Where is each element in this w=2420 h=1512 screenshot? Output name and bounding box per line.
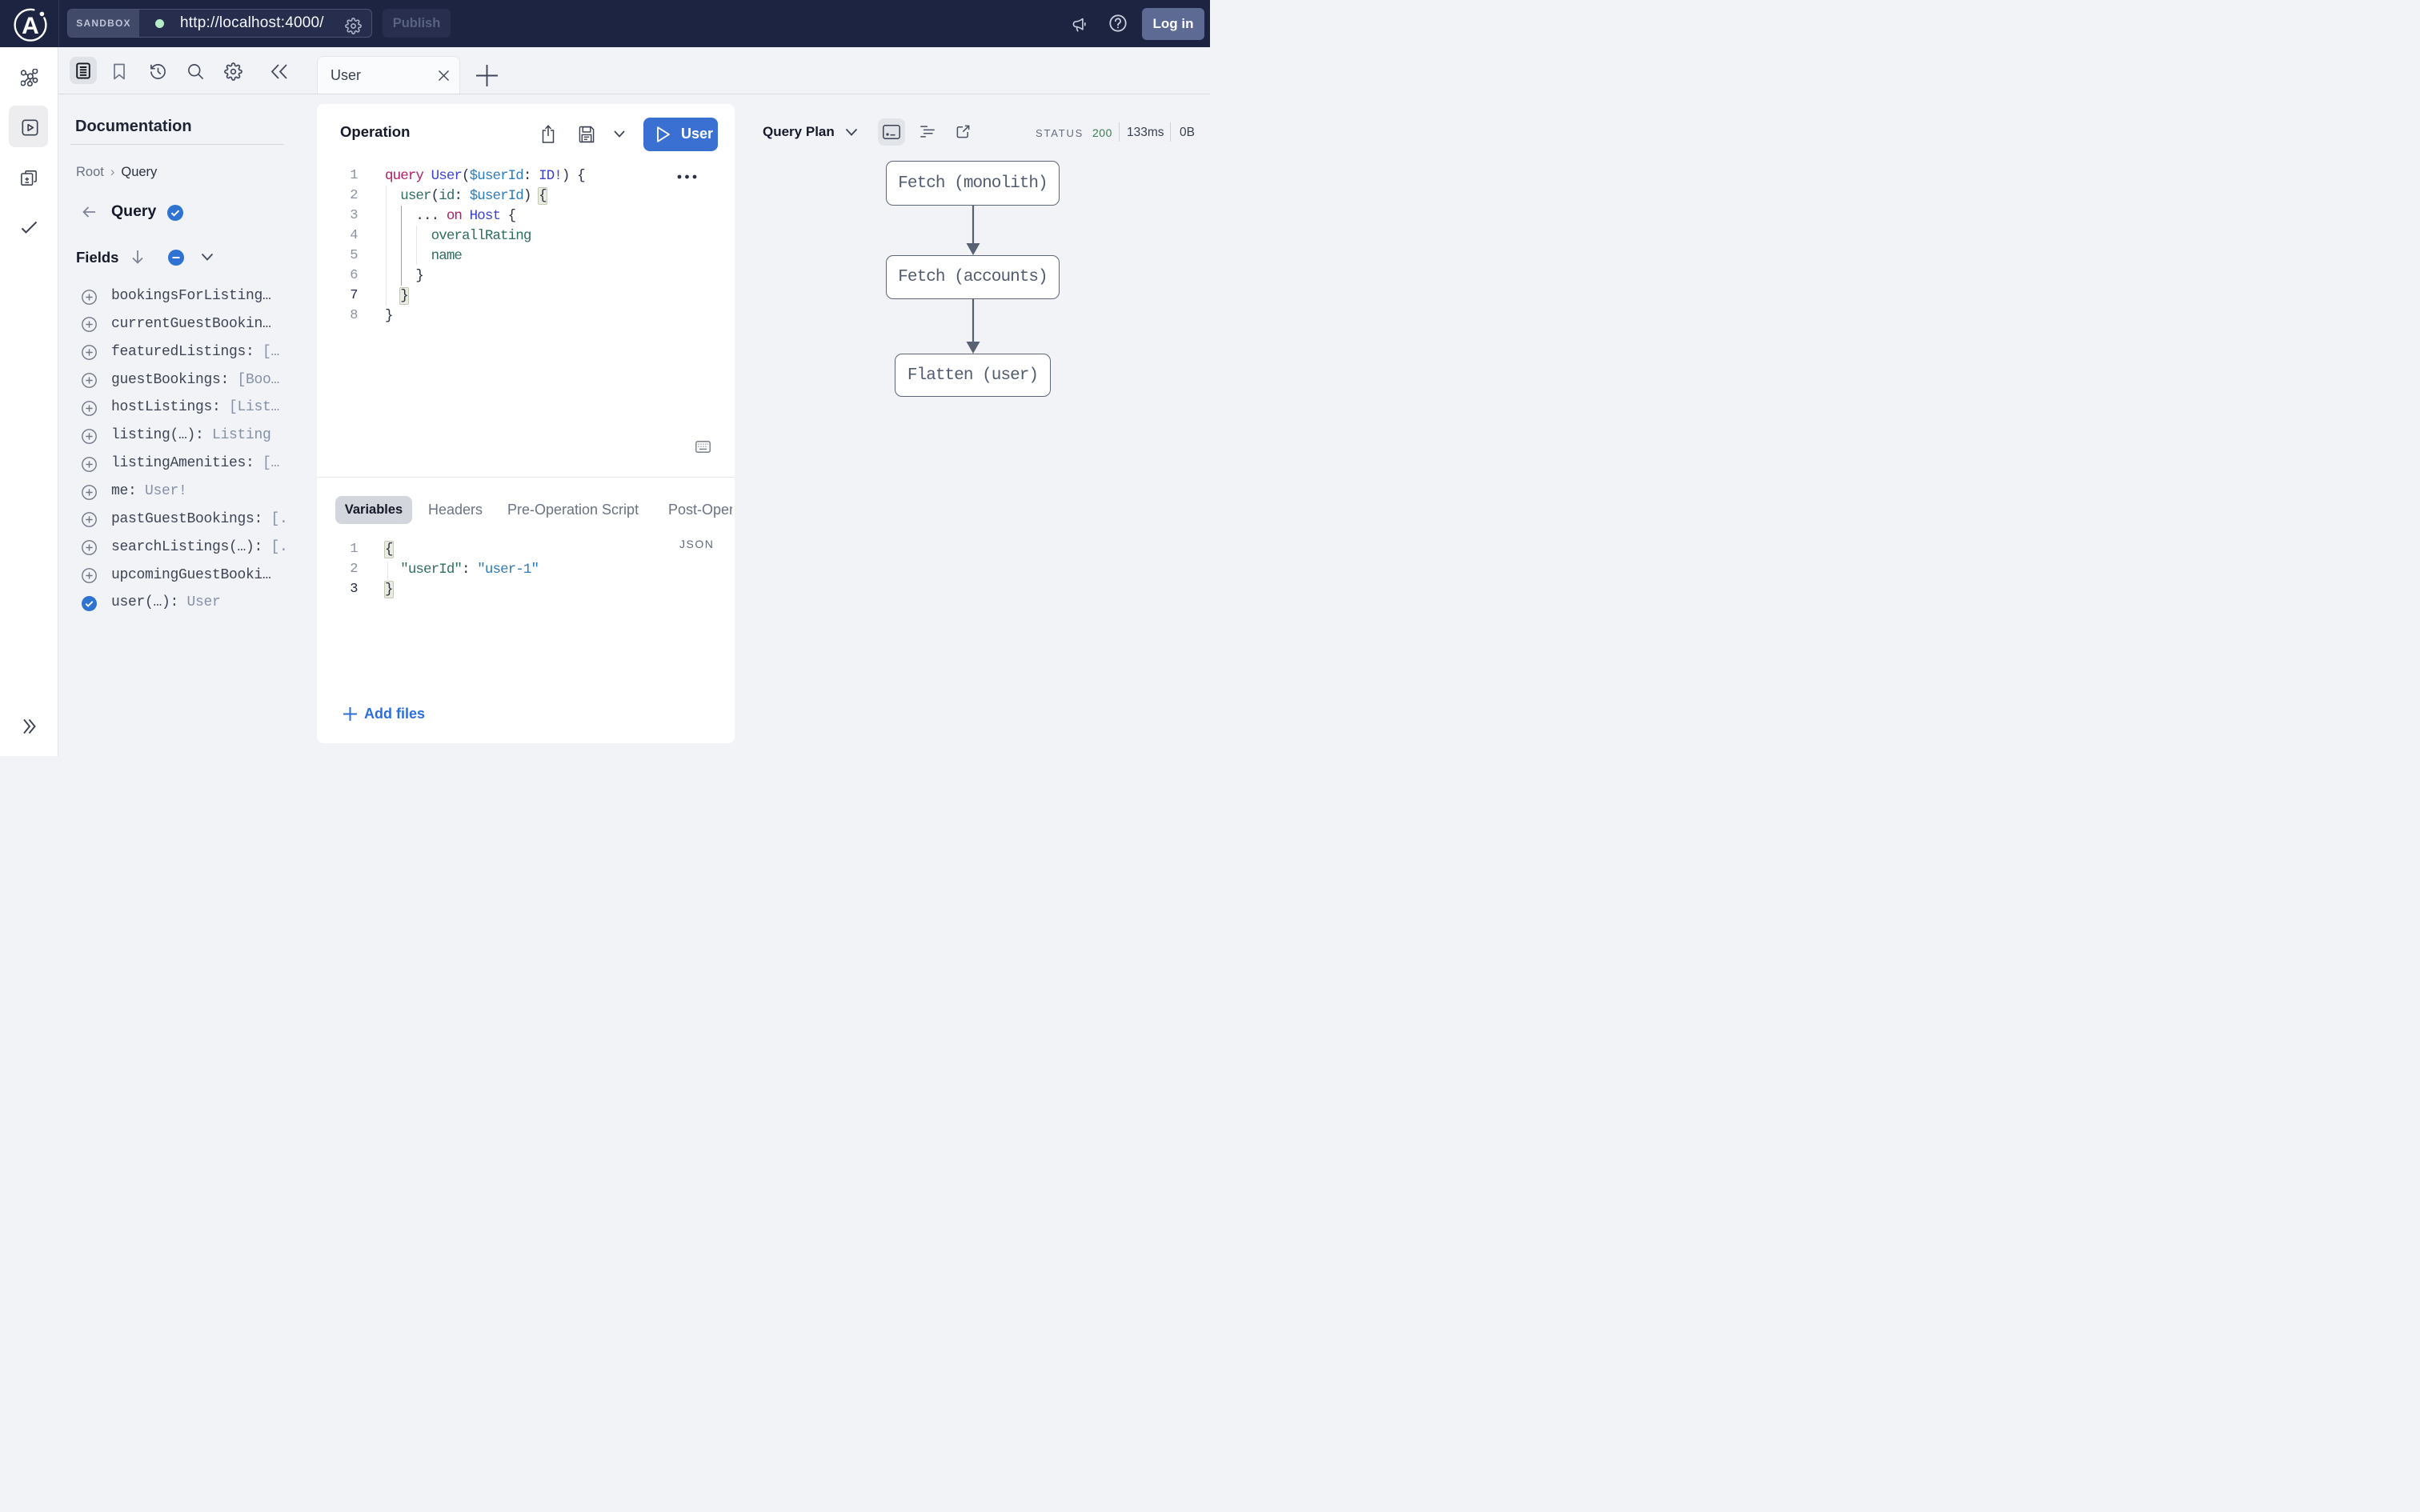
svg-text:A: A — [22, 13, 39, 39]
